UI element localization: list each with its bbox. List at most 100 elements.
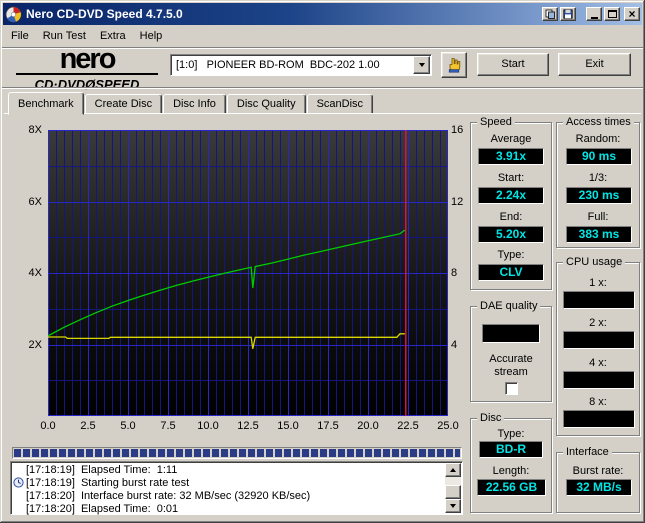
chevron-down-icon [418,63,425,67]
x-tick-label: 20.0 [357,420,379,432]
tab-page-border [4,113,641,114]
maximize-button[interactable] [604,7,620,21]
x-tick-label: 7.5 [160,420,176,432]
save-button[interactable] [560,7,576,21]
clipboard-icon [545,9,555,19]
burst-rate-display: 32 MB/s [566,479,632,496]
average-speed-display: 3.91x [478,148,544,165]
scroll-down-button[interactable] [445,499,461,513]
y-axis-left-labels: 8X 6X 4X 2X [4,124,45,416]
access-times-title: Access times [563,116,634,128]
type-label: Type: [497,249,525,261]
tabstrip: Benchmark Create Disc Disc Info Disc Qua… [8,91,641,115]
minimize-icon [590,16,598,19]
cpu-8x-label: 8 x: [589,396,607,408]
y-left-tick-label: 6X [28,195,42,208]
arrow-down-icon [450,504,456,508]
tab-disc-quality[interactable]: Disc Quality [226,94,306,114]
disc-type-display: BD-R [479,441,543,458]
random-label: Random: [575,133,621,145]
log-row[interactable]: [17:18:20] Elapsed Time: 0:01 [11,502,445,515]
exit-button[interactable]: Exit [558,53,631,76]
log-scrollbar [445,463,461,513]
log-timestamp: [17:18:20] [26,502,75,515]
dae-quality-panel: DAE quality Accurate stream [470,300,552,402]
cpu-2x-display [563,331,635,349]
accurate-stream-label-line2: stream [494,366,528,378]
clipboard-button[interactable] [542,7,558,21]
interface-title: Interface [563,446,612,458]
log-message: Starting burst rate test [80,476,190,489]
disc-length-display: 22.56 GB [477,479,546,496]
cpu-usage-panel: CPU usage 1 x: 2 x: 4 x: 8 x: [556,256,640,436]
save-icon [563,9,573,19]
interface-panel: Interface Burst rate: 32 MB/s [556,446,640,513]
speed-panel: Speed Average 3.91x Start: 2.24x End: 5.… [470,116,552,290]
accurate-stream-checkbox[interactable] [505,382,518,395]
dae-quality-display [482,324,540,343]
app-window: Nero CD-DVD Speed 4.7.5.0 × File Run Tes… [0,0,645,523]
app-icon [5,6,22,23]
nero-logo-sub-left: CD·DVD [34,77,86,92]
drive-select-dropdown-button[interactable] [413,56,430,74]
scroll-up-button[interactable] [445,463,461,477]
x-tick-label: 2.5 [80,420,96,432]
y-left-tick-label: 8X [28,124,42,136]
x-tick-label: 17.5 [317,420,339,432]
log-row[interactable]: [17:18:19] Elapsed Time: 1:11 [11,463,445,476]
cpu-1x-display [563,291,635,309]
scrollbar-thumb[interactable] [445,485,461,499]
y-left-tick-label: 4X [28,267,42,279]
x-tick-label: 5.0 [120,420,136,432]
log-message: Elapsed Time: 0:01 [80,502,179,515]
log-timestamp: [17:18:20] [26,489,75,502]
tab-create-disc[interactable]: Create Disc [84,94,163,114]
close-button[interactable]: × [624,7,640,21]
y-right-tick-label: 8 [451,267,458,279]
start-button[interactable]: Start [477,53,549,76]
menu-item-help[interactable]: Help [133,28,170,44]
close-icon: × [628,7,636,21]
random-access-display: 90 ms [566,148,632,165]
tab-scandisc[interactable]: ScanDisc [306,94,374,114]
one-third-access-display: 230 ms [566,187,632,204]
scrollbar-track[interactable] [445,477,461,485]
end-label: End: [499,211,523,223]
tab-disc-info[interactable]: Disc Info [163,94,226,114]
cpu-2x-label: 2 x: [589,317,607,329]
y-left-tick-label: 2X [28,338,42,351]
end-speed-display: 5.20x [478,226,544,243]
log-message: Interface burst rate: 32 MB/sec (32920 K… [80,489,311,502]
nero-logo: nero CD·DVDØSPEED [16,45,158,92]
x-tick-label: 12.5 [237,420,259,432]
tab-benchmark[interactable]: Benchmark [8,92,84,115]
dae-quality-title: DAE quality [477,300,541,312]
y-right-tick-label: 16 [451,124,464,136]
cpu-1x-label: 1 x: [589,277,607,289]
cpu-usage-title: CPU usage [563,256,626,268]
cpu-4x-display [563,371,635,389]
speed-type-display: CLV [478,264,544,281]
minimize-button[interactable] [586,7,602,21]
log-row[interactable]: [17:18:19] Starting burst rate test [11,476,445,489]
menu-item-extra[interactable]: Extra [93,28,133,44]
eject-button[interactable] [441,52,467,78]
accurate-stream-label-line1: Accurate [489,353,533,365]
y-right-tick-label: 12 [451,195,464,208]
cpu-8x-display [563,410,635,428]
maximize-icon [607,10,617,18]
disc-type-label: Type: [497,428,525,440]
x-tick-label: 22.5 [397,420,419,432]
start-speed-display: 2.24x [478,187,544,204]
log-row[interactable]: [17:18:20] Interface burst rate: 32 MB/s… [11,489,445,502]
titlebar: Nero CD-DVD Speed 4.7.5.0 × [3,3,642,25]
drive-select[interactable]: [1:0] PIONEER BD-ROM BDC-202 1.00 [170,54,432,76]
burst-rate-label: Burst rate: [572,465,624,477]
menu-item-file[interactable]: File [4,28,36,44]
progress-bar [12,447,462,459]
one-third-label: 1/3: [588,172,608,184]
menu-item-run-test[interactable]: Run Test [36,28,93,44]
log-timestamp: [17:18:19] [26,463,75,476]
start-label: Start: [497,172,525,184]
nero-logo-sub-right: SPEED [95,77,140,92]
